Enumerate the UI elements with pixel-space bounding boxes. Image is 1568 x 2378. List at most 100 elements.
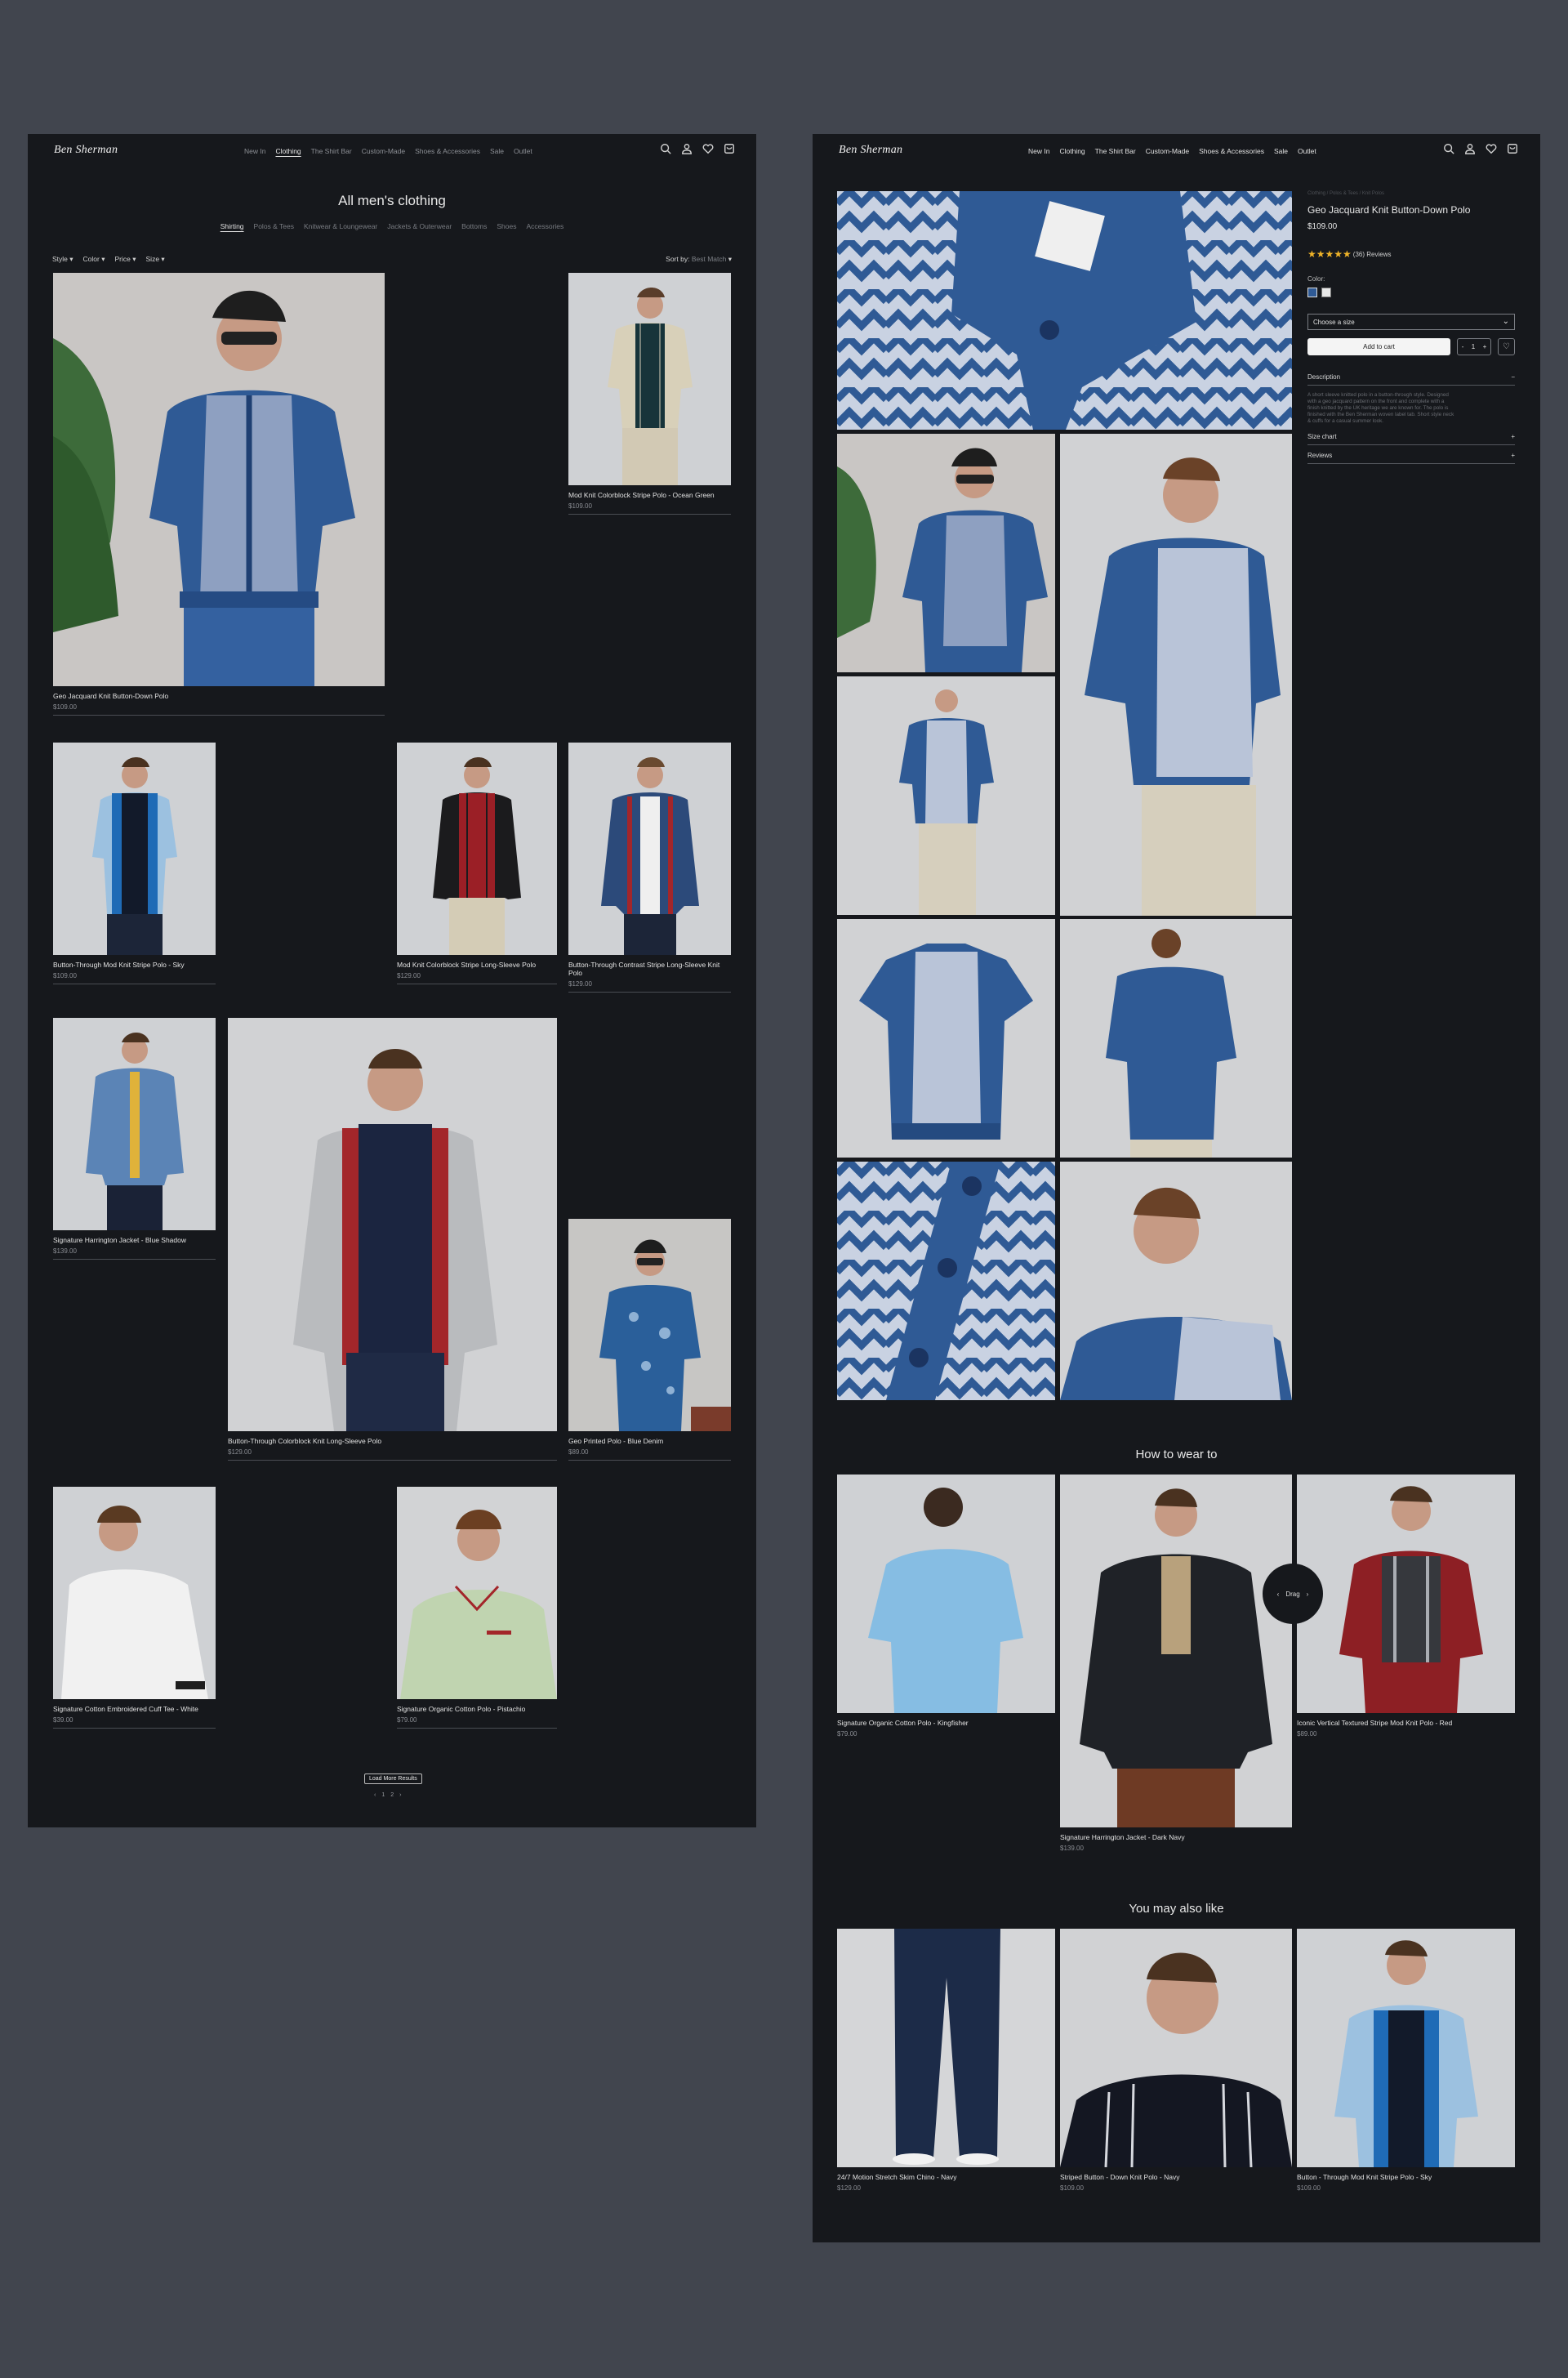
nav-custom-made[interactable]: Custom-Made bbox=[362, 147, 405, 155]
product-name[interactable]: Iconic Vertical Textured Stripe Mod Knit… bbox=[1297, 1719, 1515, 1728]
product-name[interactable]: Signature Organic Cotton Polo - Kingfish… bbox=[837, 1719, 1055, 1728]
product-image[interactable] bbox=[53, 1018, 216, 1230]
product-card[interactable]: 24/7 Motion Stretch Skim Chino - Navy $1… bbox=[837, 1929, 1055, 2192]
product-card[interactable]: Button-Through Mod Knit Stripe Polo - Sk… bbox=[53, 743, 216, 984]
filter-color[interactable]: Color ▾ bbox=[83, 255, 105, 264]
size-chart-accordion[interactable]: Size chart + bbox=[1307, 433, 1515, 445]
product-name[interactable]: Button-Through Contrast Stripe Long-Slee… bbox=[568, 961, 731, 978]
reviews-accordion[interactable]: Reviews + bbox=[1307, 452, 1515, 464]
tab-polos-tees[interactable]: Polos & Tees bbox=[254, 222, 294, 230]
product-name[interactable]: Geo Printed Polo - Blue Denim bbox=[568, 1437, 731, 1446]
product-card[interactable]: Iconic Vertical Textured Stripe Mod Knit… bbox=[1297, 1475, 1515, 1738]
product-image[interactable] bbox=[568, 273, 731, 485]
nav-sale[interactable]: Sale bbox=[1274, 147, 1288, 155]
nav-shirt-bar[interactable]: The Shirt Bar bbox=[311, 147, 352, 155]
nav-outlet[interactable]: Outlet bbox=[514, 147, 532, 155]
product-name[interactable]: Geo Jacquard Knit Button-Down Polo bbox=[53, 692, 385, 701]
product-image[interactable] bbox=[568, 1219, 731, 1431]
product-image[interactable] bbox=[397, 1487, 557, 1699]
nav-clothing[interactable]: Clothing bbox=[1059, 147, 1085, 155]
nav-shoes-accessories[interactable]: Shoes & Accessories bbox=[415, 147, 480, 155]
search-icon[interactable] bbox=[1443, 143, 1454, 154]
nav-shirt-bar[interactable]: The Shirt Bar bbox=[1095, 147, 1136, 155]
product-card[interactable]: Striped Button - Down Knit Polo - Navy $… bbox=[1060, 1929, 1292, 2192]
gallery-image-back[interactable] bbox=[1060, 919, 1292, 1158]
pager-page-2[interactable]: 2 bbox=[390, 1792, 394, 1798]
load-more-button[interactable]: Load More Results bbox=[364, 1773, 422, 1784]
tab-accessories[interactable]: Accessories bbox=[526, 222, 564, 230]
gallery-image-side[interactable] bbox=[1060, 434, 1292, 916]
product-name[interactable]: Signature Harrington Jacket - Dark Navy bbox=[1060, 1833, 1292, 1842]
description-accordion[interactable]: Description − bbox=[1307, 373, 1515, 386]
heart-icon[interactable] bbox=[702, 143, 714, 154]
tab-bottoms[interactable]: Bottoms bbox=[461, 222, 487, 230]
product-image[interactable] bbox=[1297, 1929, 1515, 2167]
product-image[interactable] bbox=[53, 743, 216, 955]
gallery-image-collar[interactable] bbox=[837, 191, 1292, 430]
nav-new-in[interactable]: New In bbox=[1028, 147, 1049, 155]
product-name[interactable]: Button-Through Colorblock Knit Long-Slee… bbox=[228, 1437, 557, 1446]
product-image[interactable] bbox=[228, 1018, 557, 1431]
product-image[interactable] bbox=[53, 273, 385, 686]
breadcrumb[interactable]: Clothing / Polos & Tees / Knit Polos bbox=[1307, 191, 1515, 196]
brand-logo[interactable]: Ben Sherman bbox=[54, 144, 118, 157]
pager-page-1[interactable]: 1 bbox=[381, 1792, 385, 1798]
product-card[interactable]: Geo Jacquard Knit Button-Down Polo $109.… bbox=[53, 273, 385, 716]
nav-clothing[interactable]: Clothing bbox=[275, 147, 301, 155]
brand-logo[interactable]: Ben Sherman bbox=[839, 144, 902, 157]
product-name[interactable]: Signature Harrington Jacket - Blue Shado… bbox=[53, 1236, 216, 1245]
account-icon[interactable] bbox=[681, 143, 693, 154]
product-image[interactable] bbox=[1297, 1475, 1515, 1713]
sort-dropdown[interactable]: Sort by: Best Match ▾ bbox=[666, 255, 732, 264]
account-icon[interactable] bbox=[1464, 143, 1476, 154]
search-icon[interactable] bbox=[660, 143, 671, 154]
product-image[interactable] bbox=[397, 743, 557, 955]
product-card[interactable]: Button - Through Mod Knit Stripe Polo - … bbox=[1297, 1929, 1515, 2192]
product-name[interactable]: Mod Knit Colorblock Stripe Polo - Ocean … bbox=[568, 491, 731, 500]
qty-increase[interactable]: + bbox=[1483, 343, 1487, 350]
tab-shoes[interactable]: Shoes bbox=[497, 222, 516, 230]
product-image[interactable] bbox=[53, 1487, 216, 1699]
product-card[interactable]: Signature Harrington Jacket - Dark Navy … bbox=[1060, 1475, 1292, 1852]
product-card[interactable]: Signature Harrington Jacket - Blue Shado… bbox=[53, 1018, 216, 1260]
product-card[interactable]: Signature Cotton Embroidered Cuff Tee - … bbox=[53, 1487, 216, 1729]
heart-icon[interactable] bbox=[1486, 143, 1497, 154]
gallery-image-portrait[interactable] bbox=[1060, 1162, 1292, 1400]
product-card[interactable]: Geo Printed Polo - Blue Denim $89.00 bbox=[568, 1219, 731, 1461]
gallery-image-flatlay[interactable] bbox=[837, 919, 1055, 1158]
nav-sale[interactable]: Sale bbox=[490, 147, 504, 155]
product-card[interactable]: Mod Knit Colorblock Stripe Long-Sleeve P… bbox=[397, 743, 557, 984]
nav-outlet[interactable]: Outlet bbox=[1298, 147, 1316, 155]
swatch-white[interactable] bbox=[1321, 288, 1331, 297]
product-name[interactable]: 24/7 Motion Stretch Skim Chino - Navy bbox=[837, 2173, 1055, 2182]
tab-jackets[interactable]: Jackets & Outerwear bbox=[387, 222, 452, 230]
product-image[interactable] bbox=[837, 1929, 1055, 2167]
product-image[interactable] bbox=[1060, 1475, 1292, 1827]
product-image[interactable] bbox=[568, 743, 731, 955]
filter-style[interactable]: Style ▾ bbox=[52, 255, 74, 264]
product-name[interactable]: Signature Cotton Embroidered Cuff Tee - … bbox=[53, 1705, 216, 1714]
product-name[interactable]: Button - Through Mod Knit Stripe Polo - … bbox=[1297, 2173, 1515, 2182]
product-card[interactable]: Signature Organic Cotton Polo - Pistachi… bbox=[397, 1487, 557, 1729]
rating[interactable]: ★★★★★ (36) Reviews bbox=[1307, 249, 1515, 259]
product-image[interactable] bbox=[837, 1475, 1055, 1713]
tab-knitwear[interactable]: Knitwear & Loungewear bbox=[304, 222, 377, 230]
product-image[interactable] bbox=[1060, 1929, 1292, 2167]
nav-new-in[interactable]: New In bbox=[244, 147, 265, 155]
size-select[interactable]: Choose a size ⌄ bbox=[1307, 314, 1515, 330]
product-card[interactable]: Button-Through Contrast Stripe Long-Slee… bbox=[568, 743, 731, 993]
qty-decrease[interactable]: - bbox=[1462, 343, 1464, 350]
product-card[interactable]: Signature Organic Cotton Polo - Kingfish… bbox=[837, 1475, 1055, 1738]
gallery-image-model[interactable] bbox=[837, 434, 1055, 672]
review-count[interactable]: (36) Reviews bbox=[1353, 251, 1392, 258]
pager-next[interactable]: › bbox=[399, 1792, 401, 1798]
filter-price[interactable]: Price ▾ bbox=[115, 255, 136, 264]
nav-custom-made[interactable]: Custom-Made bbox=[1146, 147, 1189, 155]
bag-icon[interactable] bbox=[724, 143, 735, 154]
bag-icon[interactable] bbox=[1507, 143, 1518, 154]
product-name[interactable]: Button-Through Mod Knit Stripe Polo - Sk… bbox=[53, 961, 216, 970]
nav-shoes-accessories[interactable]: Shoes & Accessories bbox=[1199, 147, 1264, 155]
product-name[interactable]: Signature Organic Cotton Polo - Pistachi… bbox=[397, 1705, 557, 1714]
gallery-image-detail[interactable] bbox=[837, 1162, 1055, 1400]
filter-size[interactable]: Size ▾ bbox=[146, 255, 165, 264]
